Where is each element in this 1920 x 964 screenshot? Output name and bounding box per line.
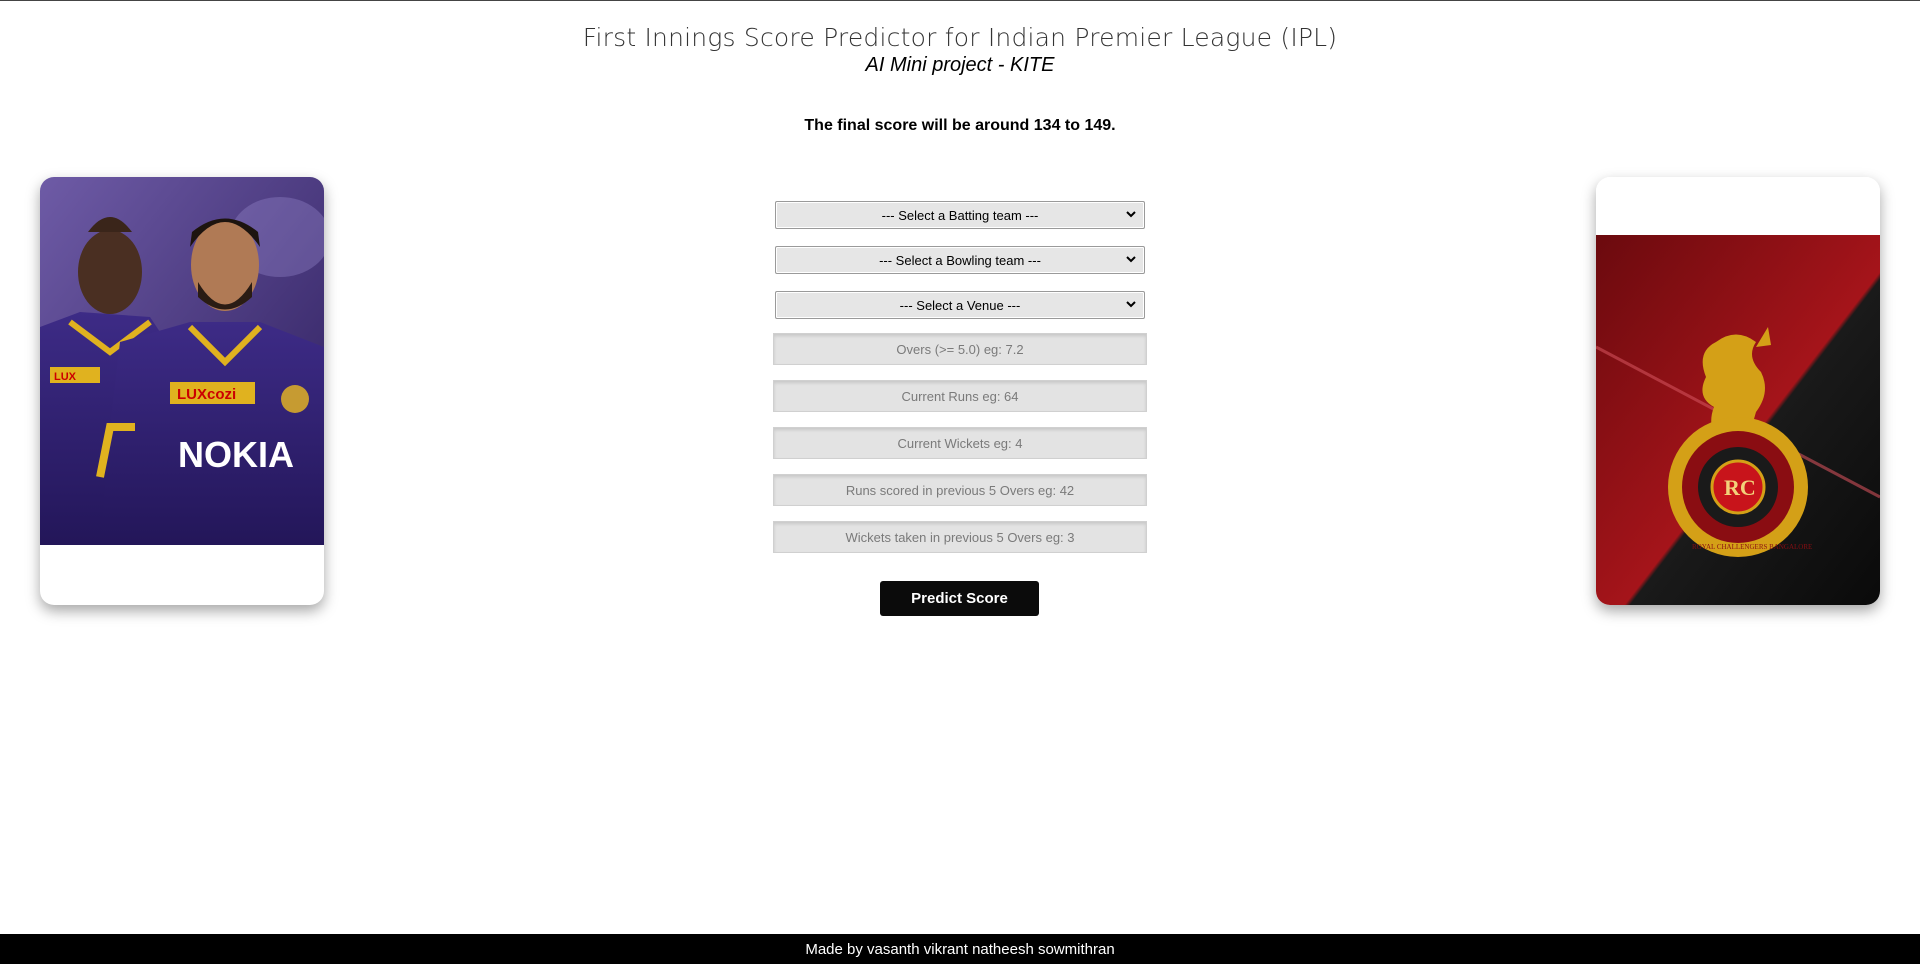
rcb-logo-image: RC ROYAL CHALLENGERS BANGALORE [1596,177,1880,605]
overs-input[interactable]: Overs (>= 5.0) eg: 7.2 [773,333,1147,365]
rcb-logo-card: RC ROYAL CHALLENGERS BANGALORE [1596,177,1880,605]
kkr-players-card: LUX LUXcozi NOKIA [40,177,324,605]
current-wickets-input[interactable]: Current Wickets eg: 4 [773,427,1147,459]
venue-select-value: --- Select a Venue --- [899,297,1021,313]
prediction-result: The final score will be around 134 to 14… [804,117,1116,134]
prediction-form: --- Select a Batting team --- --- Select… [773,201,1147,568]
crest-letters: RC [1724,475,1756,500]
bowling-team-select-value: --- Select a Bowling team --- [879,252,1041,268]
wickets-last5-input[interactable]: Wickets taken in previous 5 Overs eg: 3 [773,521,1147,553]
current-runs-input[interactable]: Current Runs eg: 64 [773,380,1147,412]
page-subtitle: AI Mini project - KITE [865,54,1055,76]
jersey-sponsor: NOKIA [178,434,294,475]
overs-input-placeholder: Overs (>= 5.0) eg: 7.2 [896,341,1024,357]
chevron-down-icon [1126,301,1136,308]
batting-team-select[interactable]: --- Select a Batting team --- [775,201,1145,229]
current-wickets-input-placeholder: Current Wickets eg: 4 [897,435,1023,451]
kkr-players-image: LUX LUXcozi NOKIA [40,177,324,545]
batting-team-select-value: --- Select a Batting team --- [881,207,1039,223]
chevron-down-icon [1126,256,1136,263]
current-runs-input-placeholder: Current Runs eg: 64 [901,388,1019,404]
runs-last5-input[interactable]: Runs scored in previous 5 Overs eg: 42 [773,474,1147,506]
runs-last5-input-placeholder: Runs scored in previous 5 Overs eg: 42 [845,482,1075,498]
chevron-down-icon [1126,211,1136,218]
back-jersey-logo: LUX [54,371,77,383]
bowling-team-select[interactable]: --- Select a Bowling team --- [775,246,1145,274]
footer: Made by vasanth vikrant natheesh sowmith… [0,934,1920,964]
page-title: First Innings Score Predictor for Indian… [582,23,1338,52]
footer-credits: Made by vasanth vikrant natheesh sowmith… [805,940,1115,958]
jersey-logo: LUXcozi [177,386,236,403]
wickets-last5-input-placeholder: Wickets taken in previous 5 Overs eg: 3 [845,529,1075,545]
venue-select[interactable]: --- Select a Venue --- [775,291,1145,319]
predict-score-button[interactable]: Predict Score [880,581,1039,616]
crest-ring-text: ROYAL CHALLENGERS BANGALORE [1692,543,1812,551]
